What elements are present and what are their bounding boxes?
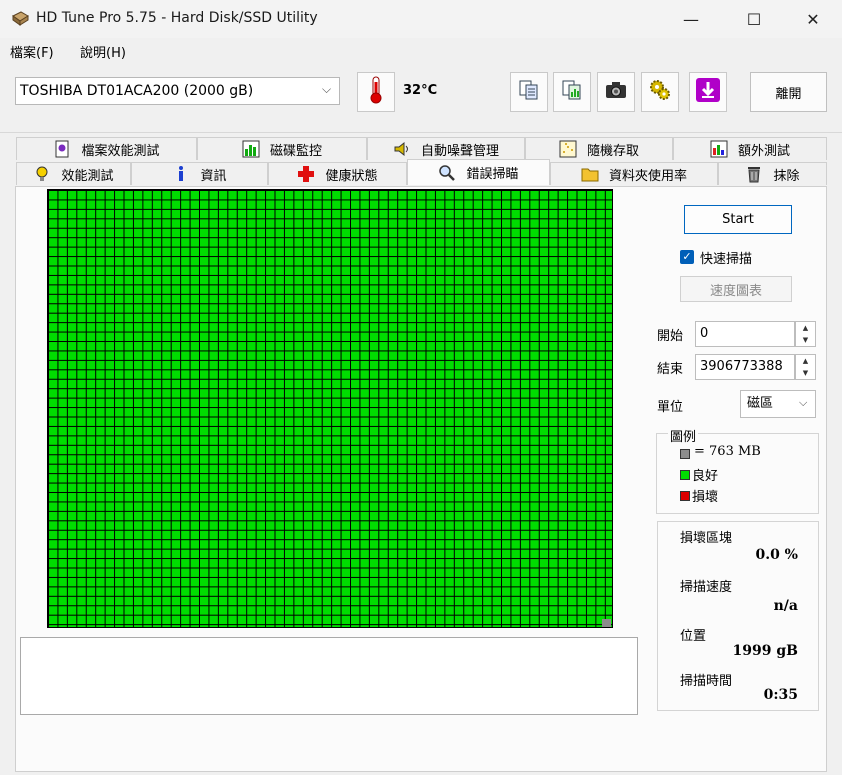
gears-icon — [648, 78, 672, 106]
trash-icon — [745, 165, 763, 183]
tab-label: 錯誤掃瞄 — [466, 167, 519, 182]
tab-file-benchmark[interactable]: 檔案效能測試 — [16, 137, 197, 160]
tab-label: 效能測試 — [61, 168, 114, 184]
damaged-swatch — [680, 491, 690, 501]
menu-help[interactable]: 說明(H) — [80, 42, 126, 61]
scan-block-map — [47, 189, 613, 628]
menu-file[interactable]: 檔案(F) — [10, 42, 54, 61]
screenshot-button[interactable] — [597, 72, 635, 112]
hard-disk-icon — [12, 11, 29, 26]
folder-icon — [581, 165, 599, 183]
position-label: 位置 — [680, 629, 707, 644]
temperature-readout: 32°C — [403, 83, 438, 98]
copy-chart-icon — [560, 78, 584, 106]
tab-label: 隨機存取 — [586, 143, 639, 159]
tab-erase[interactable]: 抹除 — [718, 162, 827, 185]
legend-good: 良好 — [692, 469, 719, 484]
temperature-button[interactable] — [357, 72, 395, 112]
tab-error-scan[interactable]: 錯誤掃瞄 — [407, 159, 550, 185]
options-button[interactable] — [641, 72, 679, 112]
thermometer-icon — [369, 76, 383, 108]
scan-speed-label: 掃描速度 — [680, 580, 733, 595]
info-icon — [172, 165, 190, 183]
chevron-down-icon: ⌵ — [799, 396, 808, 409]
tab-info[interactable]: 資訊 — [131, 162, 268, 185]
tab-label: 檔案效能測試 — [81, 143, 160, 159]
window-title: HD Tune Pro 5.75 - Hard Disk/SSD Utility — [36, 10, 318, 26]
tab-disk-monitor[interactable]: 磁碟監控 — [197, 137, 367, 160]
log-output[interactable] — [20, 637, 638, 715]
position-value: 1999 gB — [732, 643, 798, 659]
damaged-blocks-value: 0.0 % — [755, 547, 798, 563]
end-spinner[interactable]: ▲ ▼ — [795, 354, 816, 380]
maximize-button[interactable]: ☐ — [731, 0, 777, 38]
menu-bar — [0, 38, 842, 62]
tab-label: 額外測試 — [737, 143, 790, 159]
minimize-button[interactable]: — — [668, 0, 714, 38]
copy-info-button[interactable] — [510, 72, 548, 112]
tab-health[interactable]: 健康狀態 — [268, 162, 407, 185]
start-spinner[interactable]: ▲ ▼ — [795, 321, 816, 347]
scan-time-label: 掃描時間 — [680, 674, 733, 689]
good-swatch — [680, 470, 690, 480]
tab-random-access[interactable]: 隨機存取 — [525, 137, 673, 160]
legend-block-size: = 763 MB — [694, 444, 761, 459]
copy-document-icon — [517, 78, 541, 106]
tab-extra-tests[interactable]: 額外測試 — [673, 137, 827, 160]
unscanned-block — [602, 619, 611, 627]
extra-tests-icon — [710, 140, 728, 158]
speed-map-button[interactable]: 速度圖表 — [680, 276, 792, 302]
damaged-blocks-label: 損壞區塊 — [680, 531, 733, 546]
lightbulb-icon — [33, 165, 51, 183]
scatter-plot-icon — [559, 140, 577, 158]
file-benchmark-icon — [53, 140, 71, 158]
unit-label: 單位 — [657, 400, 684, 415]
tab-label: 資料夾使用率 — [608, 168, 687, 184]
legend-title: 圖例 — [668, 426, 699, 445]
bar-chart-icon — [242, 140, 260, 158]
scan-speed-value: n/a — [773, 598, 798, 614]
legend-damaged: 損壞 — [692, 490, 719, 505]
tab-aam[interactable]: 自動噪聲管理 — [367, 137, 525, 160]
close-button[interactable]: ✕ — [790, 0, 836, 38]
tab-label: 抹除 — [773, 168, 800, 184]
red-cross-icon — [297, 165, 315, 183]
start-input[interactable]: 0 — [695, 321, 795, 347]
tab-label: 磁碟監控 — [269, 143, 322, 159]
tab-benchmark[interactable]: 效能測試 — [16, 162, 131, 185]
tab-label: 健康狀態 — [325, 168, 378, 184]
end-input[interactable]: 3906773388 — [695, 354, 795, 380]
start-button[interactable]: Start — [684, 205, 792, 234]
start-field-label: 開始 — [657, 329, 684, 344]
block-size-swatch — [680, 449, 690, 459]
quick-scan-checkbox[interactable]: ✓ — [680, 250, 694, 264]
scan-time-value: 0:35 — [763, 687, 798, 703]
copy-results-button[interactable] — [553, 72, 591, 112]
exit-button[interactable]: 離開 — [750, 72, 827, 112]
drive-select-value: TOSHIBA DT01ACA200 (2000 gB) — [20, 83, 254, 99]
tab-label: 資訊 — [200, 168, 227, 184]
download-arrow-icon — [695, 77, 721, 107]
end-field-label: 結束 — [657, 362, 684, 377]
tab-label: 自動噪聲管理 — [420, 143, 499, 159]
quick-scan-label: 快速掃描 — [700, 252, 753, 267]
magnifier-icon — [438, 164, 456, 182]
chevron-down-icon: ⌵ — [322, 82, 332, 96]
save-button[interactable] — [689, 72, 727, 112]
camera-icon — [604, 80, 628, 104]
speaker-icon — [393, 140, 411, 158]
tab-folder-usage[interactable]: 資料夾使用率 — [550, 162, 718, 185]
